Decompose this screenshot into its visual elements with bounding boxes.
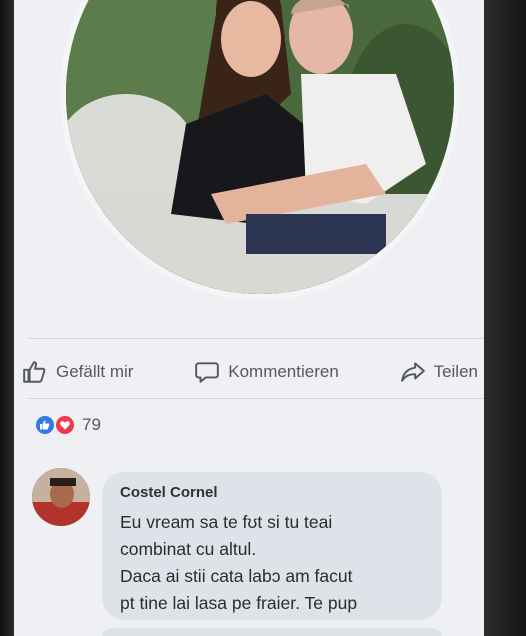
comment-text: Eu vream sa te fʊt si tu teai combinat c… (120, 509, 424, 617)
couple-photo-illustration (66, 0, 454, 294)
comment-line: Daca ai stii cata labɔ am facut (120, 566, 353, 586)
thumbs-up-icon (23, 361, 46, 383)
comment-author[interactable]: Costel Cornel (120, 484, 424, 501)
like-label: Gefällt mir (56, 362, 134, 381)
share-arrow-icon (400, 362, 425, 382)
reaction-count: 79 (82, 415, 101, 434)
speech-bubble-icon (195, 362, 220, 383)
phone-bezel-right (484, 0, 526, 636)
profile-photo[interactable] (66, 0, 454, 294)
like-reaction-icon (34, 414, 56, 436)
comment-button[interactable]: Kommentieren (194, 359, 339, 385)
comment-line: combinat cu altul. (120, 539, 257, 559)
comment-label: Kommentieren (228, 362, 339, 381)
profile-photo-frame (60, 0, 460, 300)
comment-line: Eu vream sa te fʊt si tu teai (120, 512, 333, 532)
post-action-bar: Gefällt mir Kommentieren Teilen (22, 352, 478, 392)
reaction-summary[interactable]: 79 (34, 414, 101, 436)
facebook-post-screen: Gefällt mir Kommentieren Teilen 79 Coste… (14, 0, 484, 636)
comment-bubble: Costel Cornel Eu vream sa te fʊt si tu t… (102, 472, 442, 620)
comment-line: pt tine lai lasa pe fraier. Te pup (120, 593, 358, 613)
share-label: Teilen (433, 362, 478, 381)
like-button[interactable]: Gefällt mir (22, 359, 133, 385)
divider-top (28, 338, 484, 339)
next-comment-bubble (102, 628, 442, 636)
commenter-avatar[interactable] (32, 468, 90, 526)
phone-bezel-left (0, 0, 14, 636)
divider-bottom (28, 398, 484, 399)
share-button[interactable]: Teilen (400, 359, 478, 385)
love-reaction-icon (54, 414, 76, 436)
